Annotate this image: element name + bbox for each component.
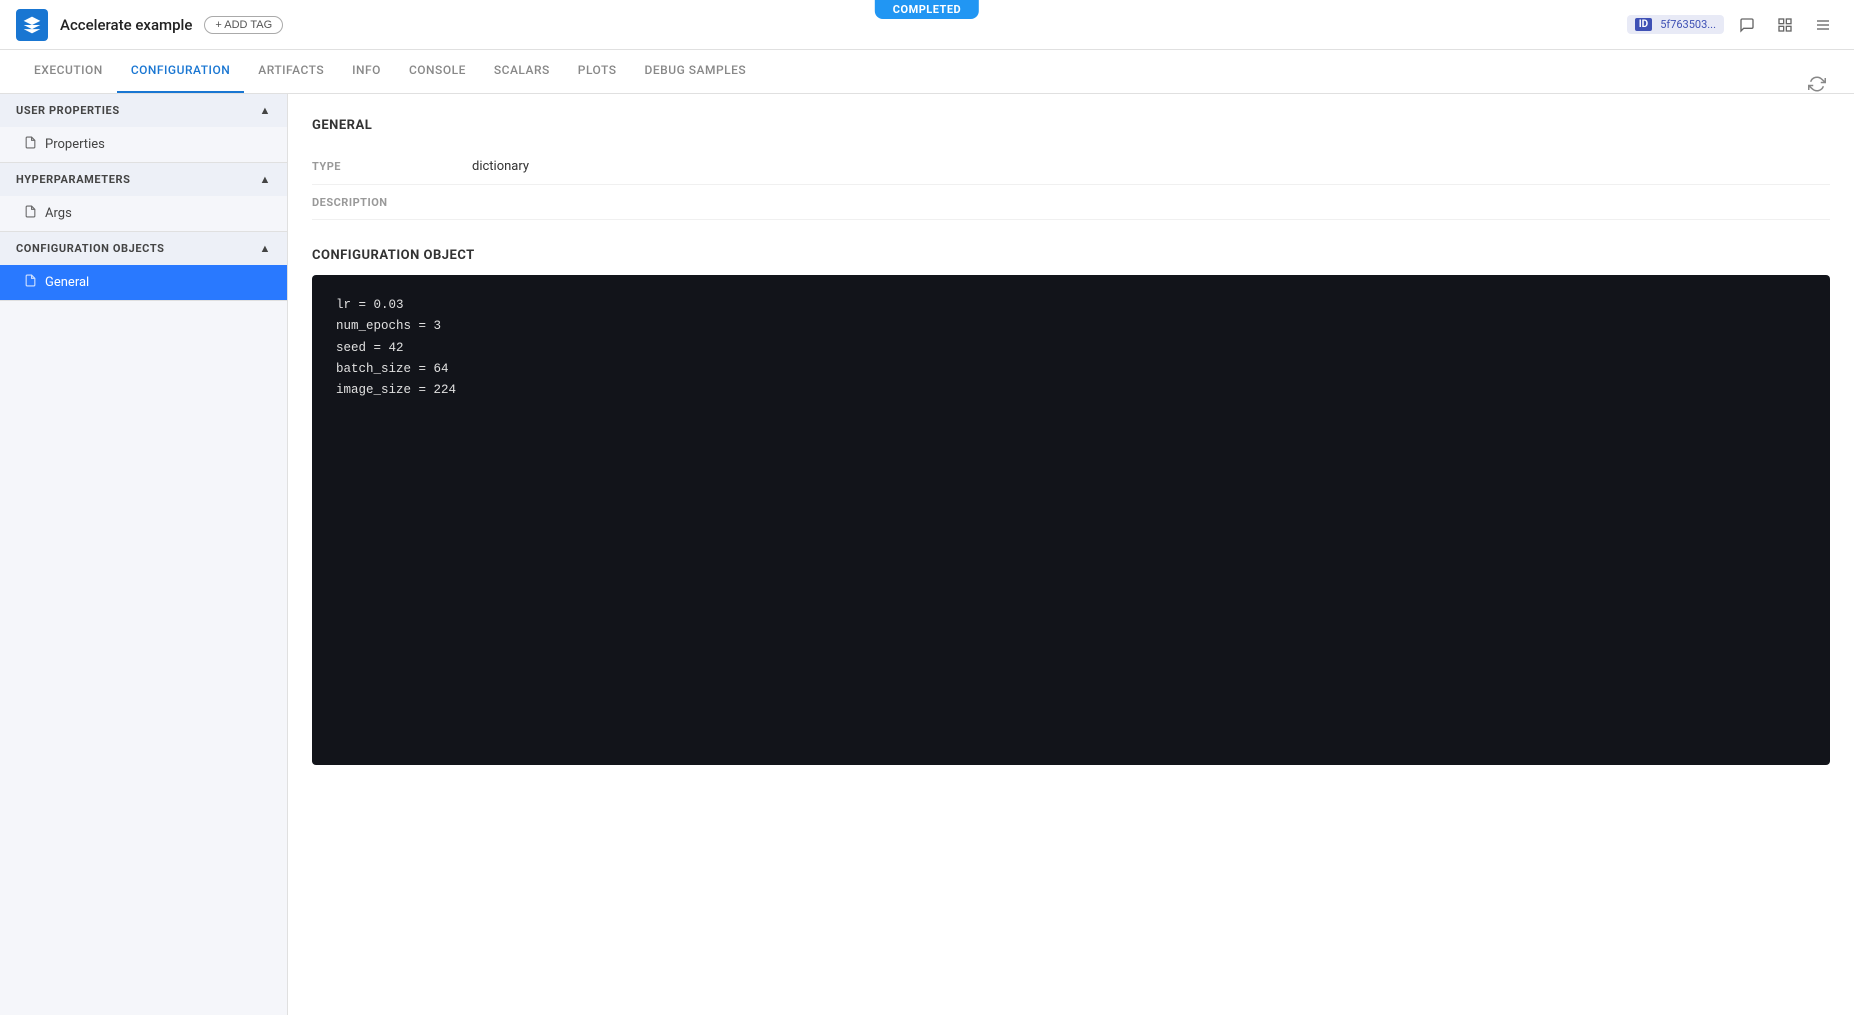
code-line-2: num_epochs = 3: [336, 316, 1806, 337]
sidebar-section-header-user-properties[interactable]: USER PROPERTIES ▲: [0, 94, 287, 127]
tab-plots[interactable]: PLOTS: [564, 49, 631, 93]
tab-scalars[interactable]: SCALARS: [480, 49, 564, 93]
id-value: 5f763503...: [1660, 18, 1716, 31]
sidebar-section-header-configuration-objects[interactable]: CONFIGURATION OBJECTS ▲: [0, 232, 287, 265]
tab-info[interactable]: INFO: [338, 49, 395, 93]
tabs-bar: EXECUTION CONFIGURATION ARTIFACTS INFO C…: [0, 50, 1854, 94]
menu-icon-button[interactable]: [1808, 10, 1838, 40]
sidebar-section-header-hyperparameters[interactable]: HYPERPARAMETERS ▲: [0, 163, 287, 196]
sidebar-section-configuration-objects: CONFIGURATION OBJECTS ▲ General: [0, 232, 287, 301]
type-field-row: TYPE dictionary: [312, 149, 1830, 185]
app-logo: [16, 9, 48, 41]
sidebar-section-hyperparameters: HYPERPARAMETERS ▲ Args: [0, 163, 287, 232]
comment-icon-button[interactable]: [1732, 10, 1762, 40]
chevron-up-icon: ▲: [260, 242, 272, 255]
top-bar-left: Accelerate example + ADD TAG: [16, 9, 283, 41]
type-label: TYPE: [312, 159, 472, 173]
document-icon: [24, 274, 37, 291]
type-value: dictionary: [472, 159, 529, 174]
sidebar-section-user-properties: USER PROPERTIES ▲ Properties: [0, 94, 287, 163]
general-section-title: GENERAL: [312, 118, 1830, 133]
task-id-badge: ID 5f763503...: [1627, 15, 1724, 34]
code-block: lr = 0.03 num_epochs = 3 seed = 42 batch…: [312, 275, 1830, 765]
app-title: Accelerate example: [60, 16, 192, 34]
chevron-up-icon: ▲: [260, 104, 272, 117]
sidebar: USER PROPERTIES ▲ Properties HYPERPARAME…: [0, 94, 288, 1015]
config-object-title: CONFIGURATION OBJECT: [312, 248, 1830, 263]
tab-execution[interactable]: EXECUTION: [20, 49, 117, 93]
chevron-up-icon: ▲: [260, 173, 272, 186]
layout-icon-button[interactable]: [1770, 10, 1800, 40]
id-label: ID: [1635, 18, 1652, 31]
main-layout: USER PROPERTIES ▲ Properties HYPERPARAME…: [0, 94, 1854, 1015]
sidebar-item-properties[interactable]: Properties: [0, 127, 287, 162]
code-line-1: lr = 0.03: [336, 295, 1806, 316]
document-icon: [24, 136, 37, 153]
description-field-row: DESCRIPTION: [312, 185, 1830, 220]
tab-artifacts[interactable]: ARTIFACTS: [244, 49, 338, 93]
add-tag-button[interactable]: + ADD TAG: [204, 16, 283, 34]
code-line-4: batch_size = 64: [336, 359, 1806, 380]
tab-debug-samples[interactable]: DEBUG SAMPLES: [631, 49, 761, 93]
refresh-button[interactable]: [1800, 75, 1834, 93]
main-content: GENERAL TYPE dictionary DESCRIPTION CONF…: [288, 94, 1854, 1015]
description-label: DESCRIPTION: [312, 195, 472, 209]
sidebar-item-args[interactable]: Args: [0, 196, 287, 231]
document-icon: [24, 205, 37, 222]
top-bar: Accelerate example + ADD TAG COMPLETED I…: [0, 0, 1854, 50]
top-bar-right: ID 5f763503...: [1627, 10, 1838, 40]
completed-badge: COMPLETED: [875, 0, 979, 19]
code-line-3: seed = 42: [336, 338, 1806, 359]
tab-console[interactable]: CONSOLE: [395, 49, 480, 93]
tab-configuration[interactable]: CONFIGURATION: [117, 49, 244, 93]
sidebar-item-general[interactable]: General: [0, 265, 287, 300]
code-line-5: image_size = 224: [336, 380, 1806, 401]
